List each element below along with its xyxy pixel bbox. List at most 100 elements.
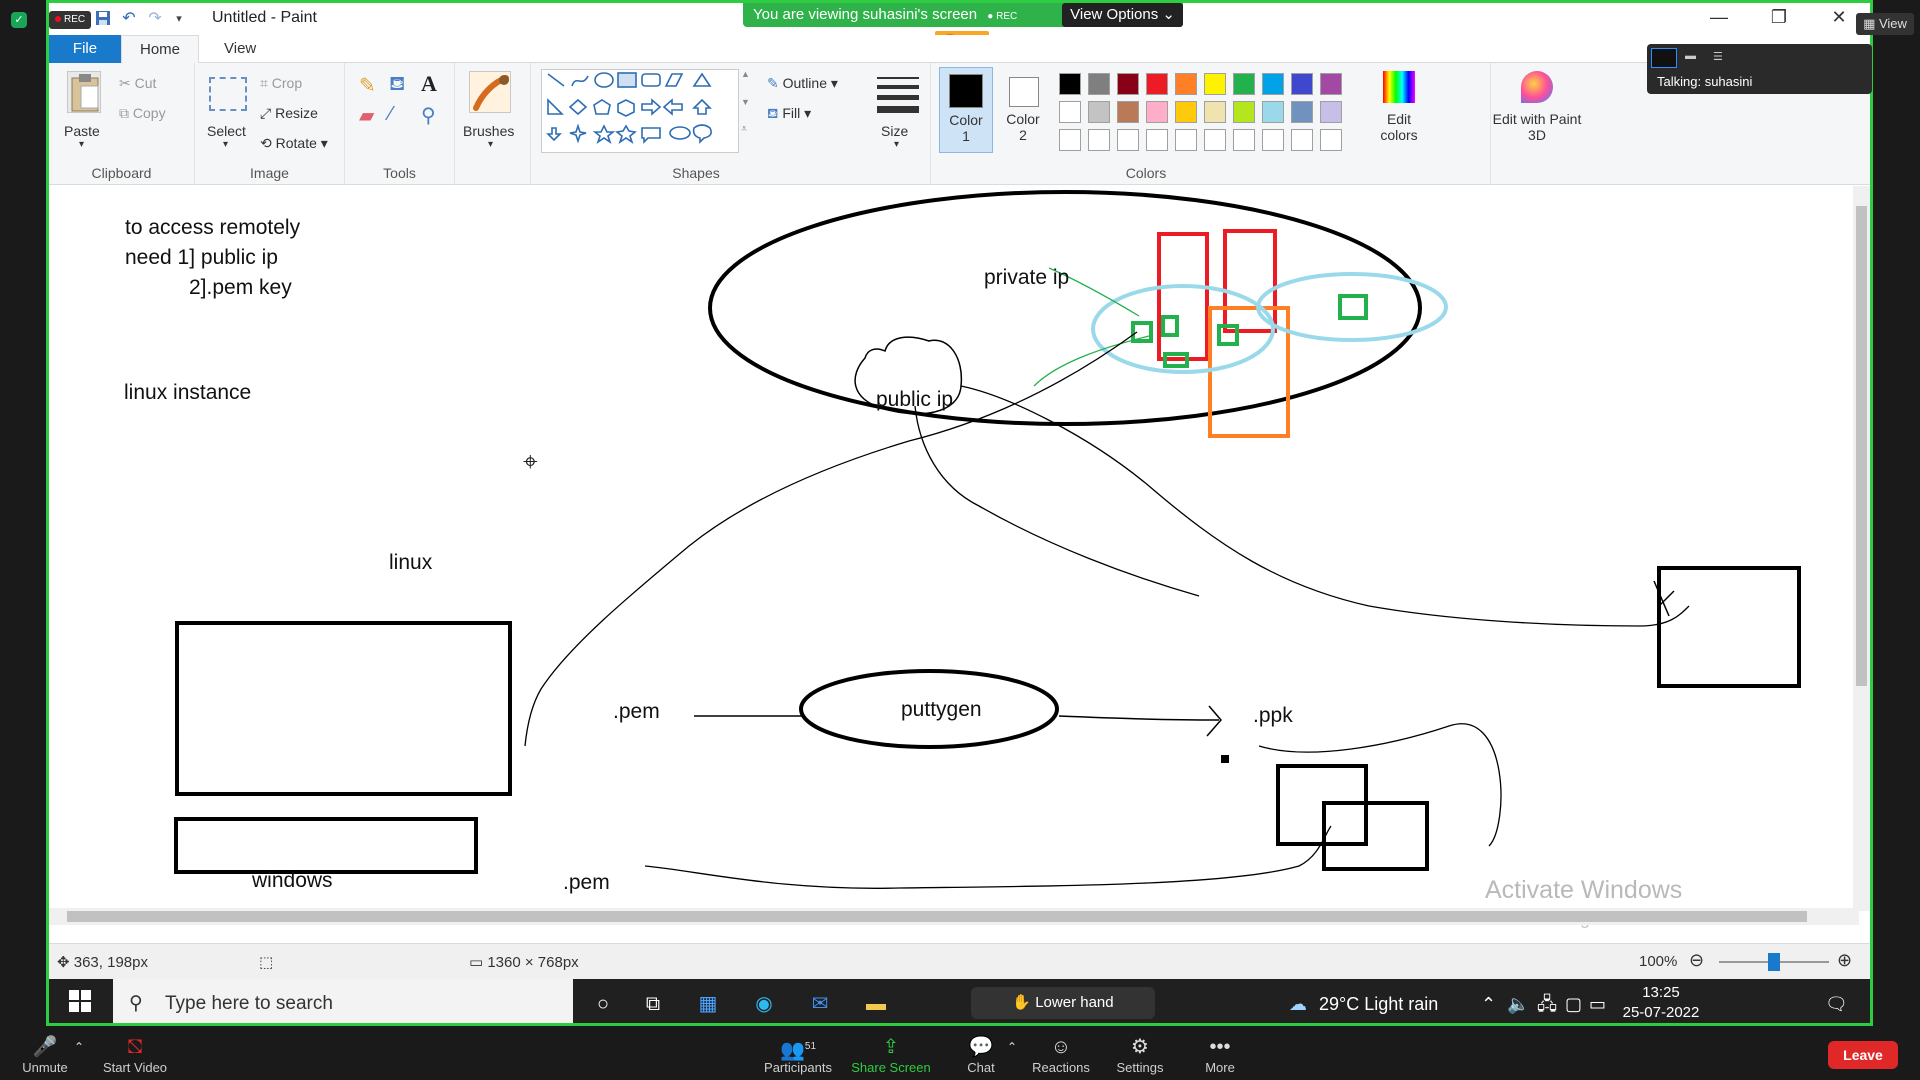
color-swatch[interactable] <box>1233 101 1255 123</box>
fill-bucket-icon[interactable]: ⛾ <box>389 73 405 98</box>
brushes-button[interactable]: Brushes <box>463 123 514 139</box>
color-swatch[interactable] <box>1059 129 1081 151</box>
redo-icon[interactable]: ↷ <box>145 9 165 29</box>
color-swatch[interactable] <box>1262 73 1284 95</box>
settings-button[interactable]: ⚙ Settings <box>1095 1034 1185 1075</box>
color2-button[interactable]: Color 2 <box>997 67 1051 153</box>
minimize-button[interactable]: — <box>1689 3 1749 31</box>
tablet-icon[interactable]: ▢ <box>1565 979 1582 1023</box>
vertical-scrollbar[interactable] <box>1853 186 1870 911</box>
shapes-scroll-up-icon[interactable]: ▲ <box>741 69 750 79</box>
participants-button[interactable]: 👥51 Participants <box>753 1034 843 1075</box>
color-swatch[interactable] <box>1233 73 1255 95</box>
rotate-button[interactable]: ⟲ Rotate ▾ <box>260 135 328 152</box>
color-swatch[interactable] <box>1320 129 1342 151</box>
color-swatch[interactable] <box>1233 129 1255 151</box>
color-swatch[interactable] <box>1146 73 1168 95</box>
color-swatch[interactable] <box>1059 73 1081 95</box>
color-swatch[interactable] <box>1146 129 1168 151</box>
color-swatch[interactable] <box>1204 129 1226 151</box>
tray-chevron-icon[interactable]: ⌃ <box>1481 979 1496 1023</box>
speaker-thumbnail[interactable] <box>1651 48 1677 68</box>
color-swatch[interactable] <box>1146 101 1168 123</box>
size-button[interactable]: Size <box>881 123 908 139</box>
weather-icon[interactable]: ☁ <box>1289 979 1307 1023</box>
resize-button[interactable]: ⤢ Resize <box>260 105 318 122</box>
color-swatch[interactable] <box>1088 129 1110 151</box>
shapes-gallery[interactable] <box>541 69 739 153</box>
color-swatch[interactable] <box>1204 73 1226 95</box>
color-swatch[interactable] <box>1262 129 1284 151</box>
select-icon[interactable] <box>209 77 247 111</box>
task-view-icon[interactable]: ⧉ <box>638 990 668 1018</box>
color-picker-icon[interactable]: ⁄ <box>389 103 392 126</box>
color-swatch[interactable] <box>1175 73 1197 95</box>
speaker-layout-icon[interactable]: ▬ <box>1685 50 1696 62</box>
clock[interactable]: 13:25 25-07-2022 <box>1621 983 1701 1023</box>
text-tool-icon[interactable]: A <box>421 71 437 97</box>
horizontal-scroll-thumb[interactable] <box>67 911 1807 922</box>
zoom-out-icon[interactable]: ⊖ <box>1689 950 1704 971</box>
color-swatch[interactable] <box>1088 73 1110 95</box>
color-swatch[interactable] <box>1262 101 1284 123</box>
paste-dropdown-icon[interactable]: ▾ <box>79 139 84 150</box>
more-button[interactable]: ••• More <box>1175 1034 1265 1075</box>
tab-file[interactable]: File <box>49 35 121 63</box>
outline-button[interactable]: ✎ Outline ▾ <box>767 75 838 92</box>
mail-icon[interactable]: ✉ <box>805 990 835 1018</box>
taskbar-search-input[interactable]: ⚲ Type here to search <box>113 979 573 1023</box>
paste-icon[interactable] <box>67 71 101 113</box>
color-swatch[interactable] <box>1204 101 1226 123</box>
color-swatch[interactable] <box>1117 73 1139 95</box>
eraser-icon[interactable]: ▰ <box>359 103 374 128</box>
color-swatch[interactable] <box>1291 129 1313 151</box>
reactions-button[interactable]: ☺ Reactions <box>1016 1034 1106 1075</box>
customize-toolbar-icon[interactable]: ▾ <box>169 9 189 29</box>
weather-text[interactable]: 29°C Light rain <box>1319 979 1438 1023</box>
share-screen-button[interactable]: ⇪ Share Screen <box>846 1034 936 1075</box>
edit-paint3d-button[interactable]: Edit with Paint 3D <box>1491 67 1583 157</box>
view-options-button[interactable]: View Options ⌄ <box>1062 3 1183 27</box>
color1-button[interactable]: Color 1 <box>939 67 993 153</box>
restore-button[interactable]: ❐ <box>1749 3 1809 31</box>
start-video-button[interactable]: ⛞ Start Video <box>90 1034 180 1075</box>
color-swatch[interactable] <box>1059 101 1081 123</box>
file-explorer-icon[interactable]: ▬ <box>861 990 891 1018</box>
zoom-in-icon[interactable]: ⊕ <box>1837 950 1852 971</box>
paint-canvas[interactable]: to access remotely need 1] public ip 2].… <box>49 186 1870 928</box>
gallery-layout-icon[interactable]: ☰ <box>1713 50 1723 63</box>
color-swatch[interactable] <box>1117 101 1139 123</box>
crop-button[interactable]: ⌗ Crop <box>260 75 302 92</box>
color-swatch[interactable] <box>1117 129 1139 151</box>
pencil-icon[interactable]: ✎ <box>359 73 376 98</box>
zoom-slider[interactable] <box>1719 953 1829 971</box>
save-icon[interactable] <box>93 9 113 29</box>
brush-icon[interactable] <box>469 71 511 113</box>
shapes-scroll-down-icon[interactable]: ▼ <box>741 97 750 107</box>
select-button[interactable]: Select <box>207 123 246 139</box>
copy-button[interactable]: ⧉ Copy <box>119 105 166 122</box>
color-swatch[interactable] <box>1291 73 1313 95</box>
undo-icon[interactable]: ↶ <box>119 9 139 29</box>
select-dropdown-icon[interactable]: ▾ <box>223 139 228 150</box>
color-swatch[interactable] <box>1320 73 1342 95</box>
color-swatch[interactable] <box>1320 101 1342 123</box>
size-dropdown-icon[interactable]: ▾ <box>894 139 899 150</box>
color-swatch[interactable] <box>1291 101 1313 123</box>
notifications-icon[interactable]: 🗨 <box>1825 979 1848 1023</box>
security-shield-icon[interactable]: ✓ <box>11 12 27 28</box>
edge-icon[interactable]: ◉ <box>749 990 779 1018</box>
cut-button[interactable]: ✂ Cut <box>119 75 156 92</box>
color-swatch[interactable] <box>1175 129 1197 151</box>
vertical-scroll-thumb[interactable] <box>1856 206 1867 686</box>
windows-start-icon[interactable] <box>65 990 95 1018</box>
leave-button[interactable]: Leave <box>1828 1041 1898 1069</box>
zoom-view-button[interactable]: ▦ View <box>1856 13 1914 35</box>
magnifier-icon[interactable]: ⚲ <box>421 103 436 128</box>
horizontal-scrollbar[interactable] <box>49 908 1859 925</box>
color-swatch[interactable] <box>1088 101 1110 123</box>
tab-view[interactable]: View <box>206 35 274 63</box>
battery-icon[interactable]: ▭ <box>1589 979 1606 1023</box>
paste-button[interactable]: Paste <box>64 123 100 139</box>
network-icon[interactable]: 🖧 <box>1537 979 1557 1023</box>
